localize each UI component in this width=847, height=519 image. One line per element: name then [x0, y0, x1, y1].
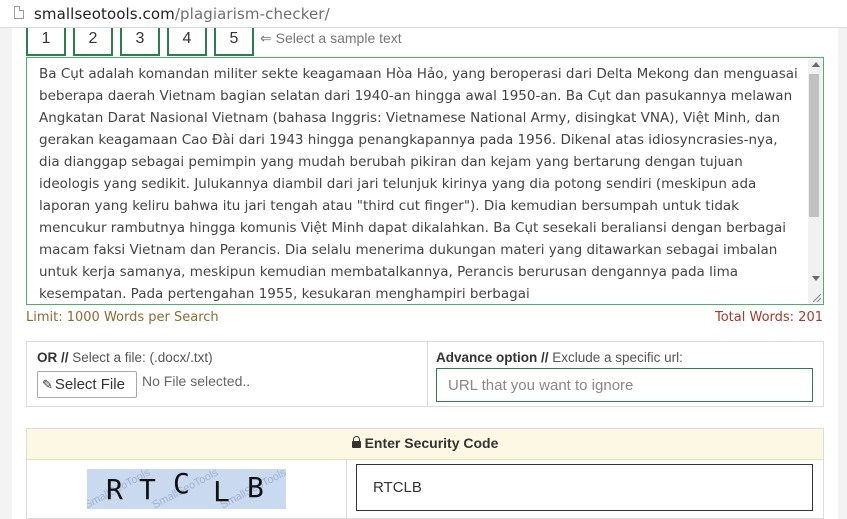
security-header: Enter Security Code	[27, 429, 823, 460]
scroll-down-arrow-icon[interactable]	[812, 276, 820, 281]
sample-tab-4[interactable]: 4	[167, 28, 207, 56]
options-row: OR // Select a file: (.docx/.txt) ✎ Selec…	[26, 341, 824, 407]
security-code-input[interactable]	[356, 464, 813, 511]
sample-tab-1[interactable]: 1	[26, 28, 66, 56]
options-divider	[427, 342, 428, 406]
sample-tab-2[interactable]: 2	[73, 28, 113, 56]
select-file-button[interactable]: ✎ Select File	[37, 371, 137, 398]
page-icon	[14, 6, 24, 19]
file-select-label: OR // Select a file: (.docx/.txt)	[37, 350, 213, 365]
page-gutter-left	[0, 28, 12, 519]
advance-option-label: Advance option // Exclude a specific url…	[436, 350, 683, 365]
sample-hint: ⇐ Select a sample text	[260, 30, 402, 46]
scroll-up-arrow-icon[interactable]	[812, 62, 820, 67]
sample-tab-5[interactable]: 5	[214, 28, 254, 56]
captcha-letter: C	[173, 469, 190, 500]
advance-label-rest: Exclude a specific url:	[548, 350, 683, 365]
scrollbar-thumb[interactable]	[809, 74, 819, 217]
security-header-label: Enter Security Code	[364, 435, 499, 451]
select-file-label: Select File	[54, 376, 125, 393]
total-words-text: Total Words: 201	[714, 310, 823, 325]
advance-label-bold: Advance option //	[436, 350, 549, 365]
url-text[interactable]: smallseotools.com/plagiarism-checker/	[34, 5, 330, 23]
captcha-letter: L	[213, 475, 230, 508]
url-path: /plagiarism-checker/	[174, 5, 330, 23]
file-status-text: No File selected..	[142, 373, 251, 389]
textarea-content[interactable]: Ba Cụt adalah komandan militer sekte kea…	[39, 63, 799, 304]
textarea-scrollbar[interactable]	[808, 59, 822, 303]
file-label-rest: Select a file: (.docx/.txt)	[68, 350, 213, 365]
captcha-divider	[346, 459, 347, 519]
sample-tab-3[interactable]: 3	[120, 28, 160, 56]
address-bar[interactable]: smallseotools.com/plagiarism-checker/	[0, 0, 847, 28]
content-textarea[interactable]: Ba Cụt adalah komandan militer sekte kea…	[26, 57, 824, 305]
url-host: smallseotools.com	[34, 5, 175, 23]
captcha-image: SmallSeoTools SmallSeoTools SmallSeoTool…	[87, 469, 286, 509]
security-code-panel: Enter Security Code SmallSeoTools SmallS…	[26, 428, 824, 519]
exclude-url-input[interactable]	[436, 368, 813, 402]
page-gutter-right	[838, 28, 847, 519]
paperclip-icon: ✎	[42, 377, 53, 392]
word-limit-text: Limit: 1000 Words per Search	[26, 310, 219, 325]
resize-handle-icon[interactable]	[813, 294, 821, 302]
file-label-bold: OR //	[37, 350, 69, 365]
captcha-letter: T	[139, 473, 156, 506]
captcha-letter: B	[247, 471, 264, 504]
captcha-letter: R	[106, 473, 123, 506]
lock-icon	[351, 436, 361, 448]
